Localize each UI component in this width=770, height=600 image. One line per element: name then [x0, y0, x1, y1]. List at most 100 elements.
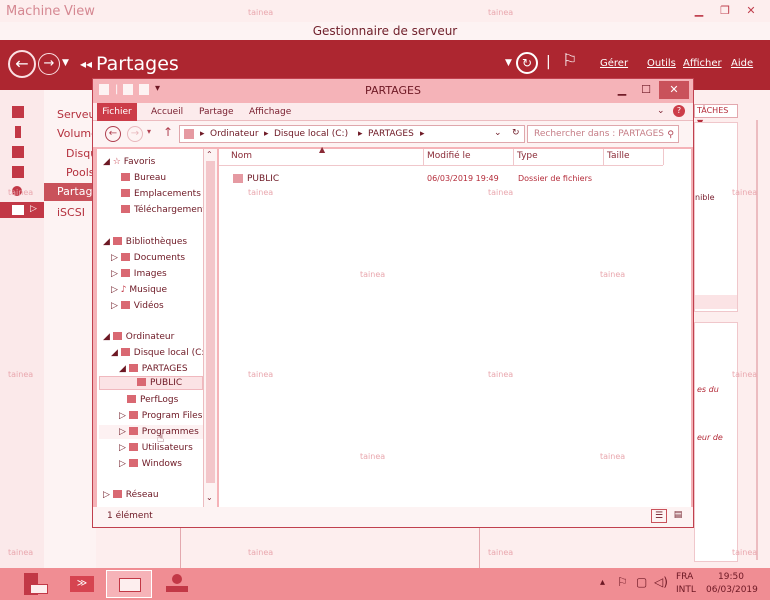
address-bar[interactable]: ▸ Ordinateur ▸ Disque local (C:) ▸ PARTA… [179, 125, 525, 143]
chevron-right-icon[interactable]: ▸ [200, 129, 205, 139]
tree-perflogs[interactable]: PerfLogs [127, 395, 178, 405]
tree-ordinateur[interactable]: ◢ Ordinateur [103, 332, 174, 342]
clock-time[interactable]: 19:50 [718, 572, 744, 582]
tree-reseau[interactable]: ▷ Réseau [103, 490, 159, 500]
menu-view[interactable]: View [64, 4, 95, 19]
column-size[interactable]: Taille [607, 151, 630, 161]
maximize-icon[interactable]: ☐ [635, 81, 657, 99]
tasks-dropdown[interactable]: TÂCHES ▼ [694, 104, 738, 127]
powershell-icon[interactable]: ≫ [62, 570, 102, 598]
menu-machine[interactable]: Machine [6, 4, 60, 19]
scroll-up-icon[interactable]: ⌃ [206, 150, 213, 159]
address-dropdown-icon[interactable]: ⌄ [494, 128, 502, 138]
tree-bibliotheques[interactable]: ◢ Bibliothèques [103, 237, 187, 247]
restore-icon[interactable]: ❐ [716, 4, 734, 18]
close-icon[interactable]: ✕ [659, 81, 689, 99]
menu-manage[interactable]: Gérer [600, 58, 628, 69]
tray-network-icon[interactable]: ▢ [636, 575, 647, 589]
file-services-selected[interactable]: ▷ [0, 202, 44, 218]
tree-emplacements[interactable]: Emplacements ré [121, 189, 213, 199]
local-server-icon[interactable] [15, 126, 21, 138]
back-arrow-icon[interactable]: ← [8, 50, 36, 78]
tree-telechargements[interactable]: Téléchargements [121, 205, 211, 215]
close-icon[interactable]: ✕ [742, 4, 760, 18]
chevron-right-icon[interactable]: ▸ [358, 129, 363, 139]
tree-partages[interactable]: ◢ PARTAGES [119, 364, 188, 374]
tray-flag-icon[interactable]: ⚐ [617, 575, 628, 589]
scroll-thumb[interactable] [206, 161, 215, 483]
tray-chevron-icon[interactable]: ▴ [600, 577, 605, 588]
chevron-right-icon[interactable]: ▸ [264, 129, 269, 139]
dashboard-icon[interactable] [12, 106, 24, 118]
computer-icon [112, 332, 122, 340]
large-icons-view-icon[interactable]: ▤ [671, 509, 685, 523]
tab-partage[interactable]: Partage [199, 107, 234, 117]
explorer-taskbar-icon[interactable] [106, 570, 152, 598]
tab-accueil[interactable]: Accueil [151, 107, 183, 117]
search-icon[interactable]: ⚲ [667, 127, 674, 144]
nav-scrollbar[interactable]: ⌃ ⌄ [203, 149, 217, 507]
tray-volume-icon[interactable]: ◁) [654, 575, 668, 589]
forward-icon[interactable]: → [127, 126, 143, 142]
expand-ribbon-icon[interactable]: ⌄ [657, 106, 665, 116]
details-view-icon[interactable]: ☰ [651, 509, 667, 523]
column-type[interactable]: Type [517, 151, 538, 161]
share-info-fragment-1: es du [697, 385, 719, 394]
address-ordinateur[interactable]: Ordinateur [210, 129, 259, 139]
lower-panel-frame [180, 528, 480, 568]
forward-arrow-icon[interactable]: → [38, 53, 60, 75]
up-arrow-icon[interactable]: ↑ [163, 125, 173, 139]
help-icon[interactable]: ? [673, 105, 685, 117]
tree-musique[interactable]: ▷ ♪ Musique [111, 285, 167, 295]
watermark: tainea [600, 452, 626, 461]
refresh-icon[interactable]: ↻ [512, 128, 520, 138]
column-modified[interactable]: Modifié le [427, 151, 471, 161]
refresh-icon[interactable]: ↻ [516, 52, 538, 74]
back-icon[interactable]: ← [105, 126, 121, 142]
tree-disque[interactable]: ◢ Disque local (C:) [111, 348, 208, 358]
address-partages[interactable]: PARTAGES [368, 129, 414, 139]
server-manager-taskbar-icon[interactable] [14, 570, 54, 598]
recent-dropdown-icon[interactable]: ▾ [147, 127, 151, 136]
menu-help[interactable]: Aide [731, 58, 753, 69]
tab-fichier[interactable]: Fichier [97, 103, 137, 121]
table-row[interactable]: PUBLIC 06/03/2019 19:49 Dossier de fichi… [223, 171, 603, 187]
tree-images[interactable]: ▷ Images [111, 269, 167, 279]
tab-affichage[interactable]: Affichage [249, 107, 291, 117]
tree-public[interactable]: PUBLIC [137, 378, 182, 388]
tree-utilisateurs[interactable]: ▷ Utilisateurs [119, 443, 193, 453]
history-dropdown-icon[interactable]: ▼ [62, 58, 69, 68]
minimize-icon[interactable]: ▁ [611, 81, 633, 99]
tree-videos[interactable]: ▷ Vidéos [111, 301, 164, 311]
nav-iscsi[interactable]: iSCSI [57, 206, 85, 219]
main-scrollbar[interactable] [756, 120, 758, 560]
minimize-icon[interactable]: ▁ [690, 4, 708, 18]
column-name[interactable]: Nom [231, 151, 252, 161]
flag-icon[interactable]: ⚐ [562, 51, 577, 71]
tree-windows[interactable]: ▷ Windows [119, 459, 182, 469]
clock-date[interactable]: 06/03/2019 [706, 585, 758, 595]
watermark: tainea [488, 370, 514, 379]
menu-view-sm[interactable]: Afficher [683, 58, 722, 69]
scroll-down-icon[interactable]: ⌄ [206, 493, 213, 502]
all-servers-icon[interactable] [12, 146, 24, 158]
address-disque[interactable]: Disque local (C:) [274, 129, 348, 139]
file-storage-icon[interactable] [12, 166, 24, 178]
watermark: tainea [360, 270, 386, 279]
watermark: tainea [360, 452, 386, 461]
nav-shares[interactable]: Partage [44, 183, 99, 201]
tree-bureau[interactable]: Bureau [121, 173, 166, 183]
keyboard-layout[interactable]: INTL [676, 585, 696, 595]
star-icon: ☆ [112, 157, 121, 167]
menu-tools[interactable]: Outils [647, 58, 676, 69]
tree-documents[interactable]: ▷ Documents [111, 253, 185, 263]
item-count: 1 élément [107, 511, 153, 521]
search-input[interactable]: Rechercher dans : PARTAGES ⚲ [527, 125, 679, 143]
tree-programfiles[interactable]: ▷ Program Files ( [119, 411, 209, 421]
network-taskbar-icon[interactable] [158, 570, 198, 598]
chevron-right-icon[interactable]: ▸ [420, 129, 425, 139]
nav-pools[interactable]: Pools [66, 166, 95, 179]
tree-favoris[interactable]: ◢ ☆ Favoris [103, 157, 155, 167]
dropdown-icon[interactable]: ▼ [505, 58, 512, 68]
language[interactable]: FRA [676, 572, 693, 582]
